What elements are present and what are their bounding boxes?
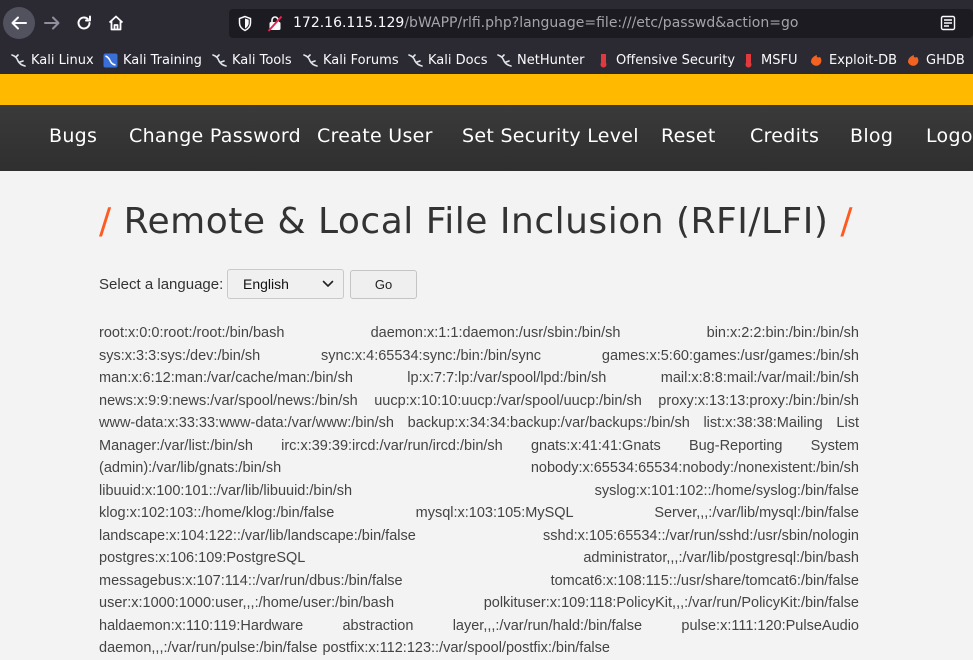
kali-dragon-icon <box>11 53 26 67</box>
language-select-value: English <box>243 276 289 292</box>
bookmark-label: Kali Forums <box>323 52 399 68</box>
kali-dragon-icon <box>212 53 227 67</box>
arrow-right-icon <box>44 16 60 30</box>
bookmark-kali-docs[interactable]: Kali Docs <box>408 51 488 69</box>
nav-blog[interactable]: Blog <box>850 125 893 147</box>
bookmark-label: Kali Linux <box>31 52 94 68</box>
bookmark-nethunter[interactable]: NetHunter <box>497 51 585 69</box>
shield-icon[interactable] <box>237 15 253 32</box>
bookmark-kali-tools[interactable]: Kali Tools <box>212 51 292 69</box>
exploitdb-icon <box>811 54 822 66</box>
home-icon <box>108 15 124 31</box>
page-title-text: Remote & Local File Inclusion (RFI/LFI) <box>123 201 829 242</box>
nav-set-security-level[interactable]: Set Security Level <box>462 125 639 147</box>
offsec-icon <box>745 53 752 67</box>
title-slash-left: / <box>99 201 112 242</box>
offsec-icon <box>600 53 607 67</box>
nav-bugs[interactable]: Bugs <box>49 125 97 147</box>
main-content: / Remote & Local File Inclusion (RFI/LFI… <box>0 171 973 656</box>
nav-reset[interactable]: Reset <box>661 125 716 147</box>
bookmark-label: Exploit-DB <box>829 52 898 68</box>
url-path: /bWAPP/rlfi.php?language=file:///etc/pas… <box>404 15 799 31</box>
bookmark-label: Kali Training <box>123 52 202 68</box>
go-button[interactable]: Go <box>350 270 417 299</box>
kali-dragon-icon <box>303 53 318 67</box>
title-slash-right: / <box>840 201 854 242</box>
reader-view-icon[interactable] <box>940 15 956 31</box>
exploitdb-icon <box>908 54 919 66</box>
bookmark-label: Kali Tools <box>232 52 292 68</box>
kali-dragon-icon <box>497 53 512 67</box>
arrow-left-icon <box>11 16 27 30</box>
home-button[interactable] <box>100 7 132 39</box>
language-label: Select a language: <box>99 276 224 293</box>
bookmarks-toolbar: Kali Linux Kali Training Kali Tools Kali… <box>0 46 973 74</box>
nav-create-user[interactable]: Create User <box>317 125 433 147</box>
bookmark-label: MSFU <box>761 52 798 68</box>
bookmark-exploit-db[interactable]: Exploit-DB <box>809 51 897 69</box>
kali-training-icon <box>103 53 118 67</box>
kali-dragon-icon <box>408 53 423 67</box>
header-banner <box>0 74 973 105</box>
bookmark-kali-training[interactable]: Kali Training <box>103 51 202 69</box>
nav-credits[interactable]: Credits <box>750 125 819 147</box>
bookmark-kali-linux[interactable]: Kali Linux <box>11 51 94 69</box>
url-text: 172.16.115.129/bWAPP/rlfi.php?language=f… <box>293 15 798 31</box>
bookmark-msfu[interactable]: MSFU <box>741 51 797 69</box>
nav-logout[interactable]: Logout <box>926 125 973 147</box>
bookmark-label: Kali Docs <box>428 52 488 68</box>
reload-icon <box>77 15 91 30</box>
back-button[interactable] <box>3 7 35 39</box>
reload-button[interactable] <box>68 7 100 39</box>
insecure-lock-icon[interactable] <box>267 15 283 32</box>
address-bar[interactable]: 172.16.115.129/bWAPP/rlfi.php?language=f… <box>229 9 973 38</box>
bookmark-ghdb[interactable]: GHDB <box>906 51 965 69</box>
chevron-down-icon <box>322 280 334 287</box>
bookmark-kali-forums[interactable]: Kali Forums <box>303 51 399 69</box>
url-host: 172.16.115.129 <box>293 15 405 31</box>
bookmark-label: Offensive Security <box>616 52 736 68</box>
page-title: / Remote & Local File Inclusion (RFI/LFI… <box>99 201 853 242</box>
main-nav: Bugs Change Password Create User Set Sec… <box>0 105 973 171</box>
included-file-output: root:x:0:0:root:/root:/bin/bash daemon:x… <box>99 325 859 656</box>
browser-toolbar: 172.16.115.129/bWAPP/rlfi.php?language=f… <box>0 0 973 46</box>
bookmark-offensive-security[interactable]: Offensive Security <box>596 51 735 69</box>
bookmark-label: NetHunter <box>517 52 585 68</box>
nav-change-password[interactable]: Change Password <box>129 125 301 147</box>
language-select[interactable]: English <box>227 269 344 299</box>
bookmark-label: GHDB <box>926 52 965 68</box>
forward-button[interactable] <box>36 7 68 39</box>
